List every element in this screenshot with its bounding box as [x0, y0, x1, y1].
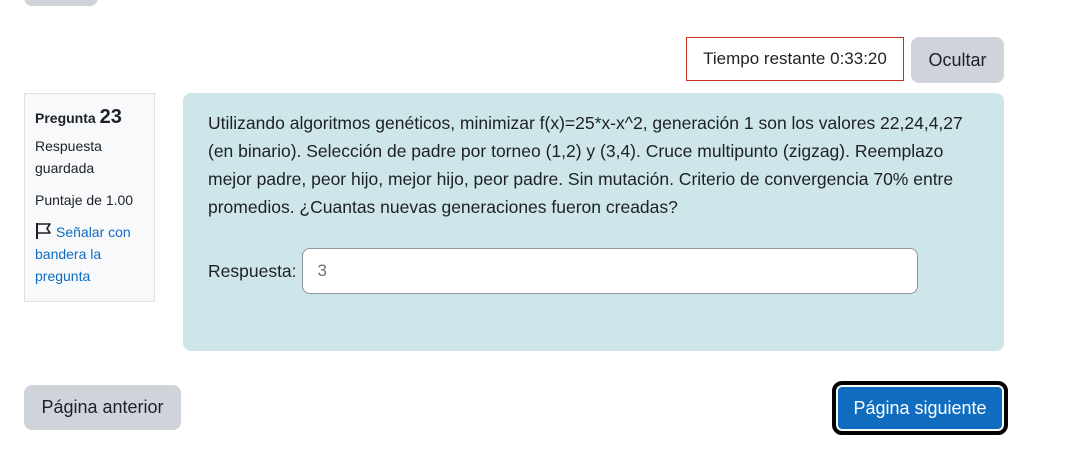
quiz-page: Tiempo restante 0:33:20 Ocultar Pregunta… [0, 0, 1065, 449]
question-number-value: 23 [99, 106, 122, 128]
question-info-panel: Pregunta 23 Respuesta guardada Puntaje d… [24, 93, 155, 302]
state-line-2: guardada [35, 160, 95, 176]
question-grade: Puntaje de 1.00 [35, 192, 134, 208]
quiz-timer: Tiempo restante 0:33:20 [686, 37, 904, 81]
question-number: Pregunta 23 [35, 106, 144, 129]
answer-input[interactable] [301, 248, 918, 294]
question-prefix: Pregunta [35, 110, 96, 126]
answer-label: Respuesta: [208, 260, 297, 281]
question-content: Utilizando algoritmos genéticos, minimiz… [183, 93, 1004, 351]
next-page-button[interactable]: Página siguiente [832, 381, 1008, 435]
question-state: Respuesta guardada [35, 135, 144, 179]
flag-label-1[interactable]: Señalar con [56, 224, 131, 240]
timer-value: 0:33:20 [830, 49, 887, 68]
flag-icon [36, 223, 51, 239]
timer-label: Tiempo restante [703, 49, 826, 68]
previous-page-button[interactable]: Página anterior [24, 385, 181, 430]
hide-timer-button[interactable]: Ocultar [911, 37, 1004, 83]
question-text: Utilizando algoritmos genéticos, minimiz… [208, 113, 963, 217]
flag-question-link[interactable]: Señalar con bandera la pregunta [35, 221, 144, 287]
answer-row: Respuesta: [208, 248, 918, 294]
flag-label-2[interactable]: bandera la [35, 246, 101, 262]
flag-label-3[interactable]: pregunta [35, 268, 90, 284]
state-line-1: Respuesta [35, 138, 102, 154]
top-button-stub[interactable] [24, 0, 98, 6]
